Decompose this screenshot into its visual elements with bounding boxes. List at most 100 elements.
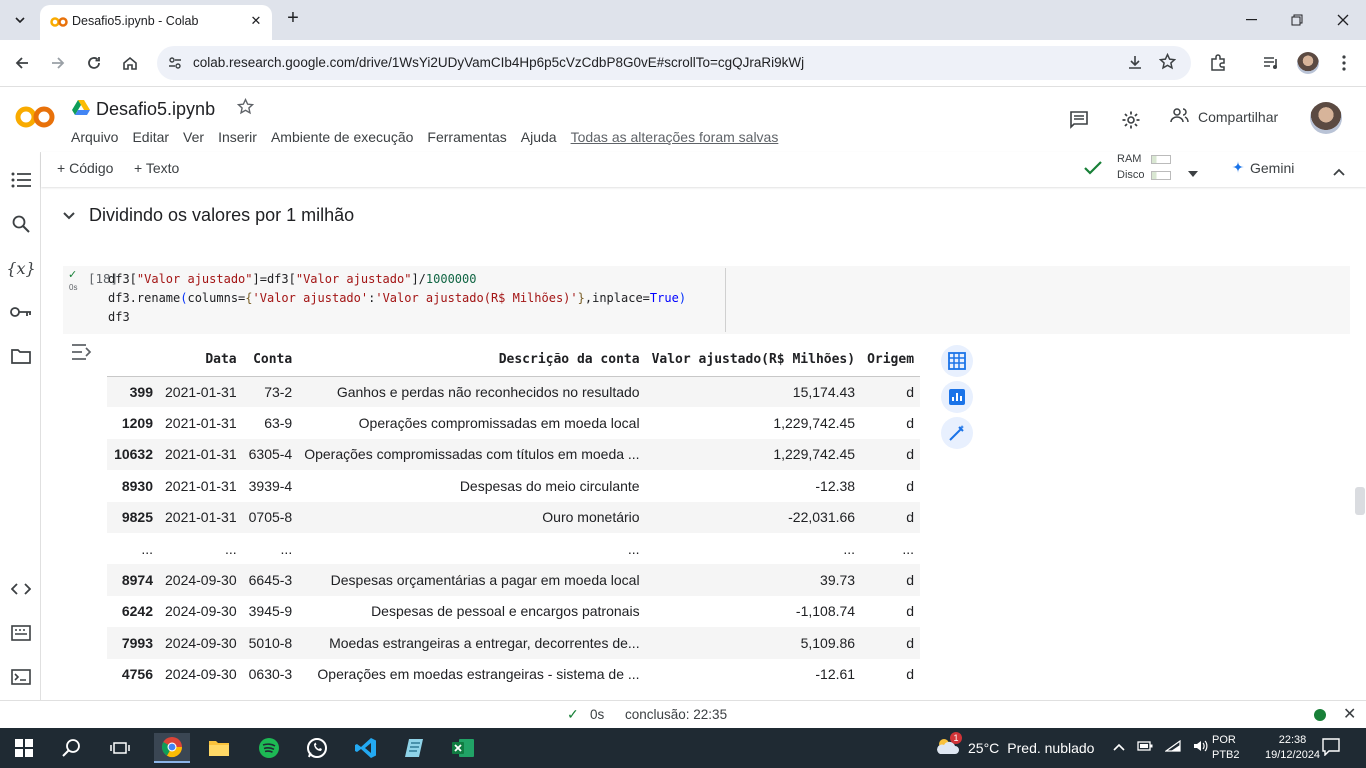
- cell-run-time: 0s: [69, 283, 78, 292]
- status-completion[interactable]: conclusão: 22:35: [625, 707, 727, 722]
- spotify-icon[interactable]: [253, 733, 285, 763]
- whatsapp-icon[interactable]: [301, 733, 333, 763]
- colab-logo-icon[interactable]: [14, 104, 56, 135]
- weather-widget[interactable]: 1 25°C Pred. nublado: [934, 732, 1094, 759]
- gemini-button[interactable]: Gemini: [1232, 160, 1294, 176]
- close-window-button[interactable]: [1320, 5, 1366, 35]
- code-snippets-icon[interactable]: [9, 577, 33, 601]
- menu-ferramentas[interactable]: Ferramentas: [427, 129, 506, 145]
- table-cell: Ouro monetário: [298, 501, 646, 533]
- saved-status[interactable]: Todas as alterações foram salvas: [571, 129, 779, 145]
- section-collapse-icon[interactable]: [63, 207, 75, 225]
- collapse-chevron-icon[interactable]: [1333, 163, 1345, 181]
- menu-ambiente[interactable]: Ambiente de execução: [271, 129, 413, 145]
- table-cell: Despesas orçamentárias a pagar em moeda …: [298, 564, 646, 596]
- files-folder-icon[interactable]: [9, 344, 33, 368]
- table-of-contents-icon[interactable]: [9, 168, 33, 192]
- table-cell: 1,229,742.45: [645, 438, 862, 471]
- menu-arquivo[interactable]: Arquivo: [71, 129, 118, 145]
- row-index: 10632: [107, 438, 159, 471]
- lang-line-2: PTB2: [1212, 749, 1240, 761]
- profile-avatar-small[interactable]: [1295, 50, 1321, 76]
- forward-icon[interactable]: [45, 50, 71, 76]
- table-cell: 6645-3: [242, 564, 299, 596]
- back-icon[interactable]: [9, 50, 35, 76]
- url-text: colab.research.google.com/drive/1WsYi2UD…: [193, 55, 805, 70]
- search-icon[interactable]: [9, 212, 33, 236]
- extensions-icon[interactable]: [1205, 50, 1231, 76]
- excel-icon[interactable]: [447, 733, 479, 763]
- resources-indicator[interactable]: RAM Disco: [1117, 153, 1172, 185]
- address-bar[interactable]: colab.research.google.com/drive/1WsYi2UD…: [157, 46, 1191, 80]
- disk-bar: [1150, 170, 1171, 180]
- vscode-icon[interactable]: [350, 733, 382, 763]
- table-cell: Operações compromissadas em moeda local: [358, 415, 640, 432]
- table-cell: 3939-4: [248, 477, 293, 494]
- tab-close-icon[interactable]: ✕: [246, 11, 266, 31]
- account-avatar[interactable]: [1310, 102, 1342, 134]
- minimize-button[interactable]: [1228, 5, 1274, 35]
- site-info-icon[interactable]: [167, 55, 183, 76]
- star-icon[interactable]: [236, 97, 255, 120]
- taskbar-search-icon[interactable]: [56, 733, 88, 763]
- secrets-key-icon[interactable]: [9, 300, 33, 324]
- notebook-content: Dividindo os valores por 1 milhão ✓ 0s […: [41, 187, 1355, 700]
- media-control-icon[interactable]: [1258, 50, 1284, 76]
- menu-editar[interactable]: Editar: [132, 129, 169, 145]
- code-cell[interactable]: ✓ 0s [18] df3["Valor ajustado"]=df3["Val…: [63, 266, 1350, 334]
- status-close-icon[interactable]: ✕: [1343, 704, 1356, 724]
- table-row: 6242 2024-09-30 3945-9 Despesas de pessoal …: [107, 596, 920, 627]
- browser-tab[interactable]: Desafio5.ipynb - Colab ✕: [40, 5, 272, 40]
- output-actions-icon[interactable]: [71, 342, 93, 367]
- battery-icon[interactable]: [1137, 740, 1153, 755]
- new-tab-button[interactable]: +: [282, 8, 304, 30]
- notepad-app-icon[interactable]: [398, 733, 430, 763]
- windows-start-icon[interactable]: [8, 733, 40, 763]
- file-explorer-icon[interactable]: [203, 733, 235, 763]
- comments-icon[interactable]: [1067, 108, 1091, 132]
- home-icon[interactable]: [117, 50, 143, 76]
- task-view-icon[interactable]: [104, 733, 136, 763]
- table-cell: d: [861, 627, 921, 659]
- table-cell: ...: [627, 540, 640, 557]
- table-cell: d: [906, 415, 915, 432]
- chrome-taskbar-icon[interactable]: [154, 733, 190, 763]
- tab-search-icon[interactable]: [8, 8, 32, 32]
- table-cell: 2021-01-31: [165, 415, 237, 432]
- restore-button[interactable]: [1274, 5, 1320, 35]
- add-text-button[interactable]: + Texto: [134, 160, 179, 176]
- settings-gear-icon[interactable]: [1119, 108, 1143, 132]
- tray-chevron-icon[interactable]: [1113, 740, 1125, 755]
- add-code-button[interactable]: + Código: [57, 160, 113, 176]
- taskbar-clock[interactable]: 22:38 19/12/2024: [1265, 733, 1320, 763]
- variables-icon[interactable]: {x}: [6, 256, 35, 280]
- table-cell: -1,108.74: [795, 603, 856, 620]
- menu-inserir[interactable]: Inserir: [218, 129, 257, 145]
- reload-icon[interactable]: [81, 50, 107, 76]
- menu-ver[interactable]: Ver: [183, 129, 204, 145]
- code-editor[interactable]: df3["Valor ajustado"]=df3["Valor ajustad…: [108, 270, 686, 327]
- vertical-scrollbar-thumb[interactable]: [1355, 487, 1365, 515]
- table-cell: 73-2: [242, 376, 299, 408]
- terminal-icon[interactable]: [9, 665, 33, 689]
- runtime-dropdown-icon[interactable]: [1188, 164, 1198, 182]
- generate-code-wand-icon[interactable]: [941, 417, 973, 449]
- share-button[interactable]: Compartilhar: [1170, 107, 1278, 126]
- section-title: Dividindo os valores por 1 milhão: [89, 205, 355, 225]
- browser-menu-icon[interactable]: [1331, 50, 1357, 76]
- volume-icon[interactable]: [1193, 740, 1209, 755]
- command-palette-icon[interactable]: [9, 621, 33, 645]
- notebook-title[interactable]: Desafio5.ipynb: [96, 99, 215, 120]
- notifications-icon[interactable]: [1322, 738, 1340, 761]
- table-row: 9825 2021-01-31 0705-8 Ouro monetário -22,03…: [107, 501, 921, 533]
- colab-header: Desafio5.ipynb Arquivo Editar Ver Inseri…: [0, 88, 1366, 152]
- language-indicator[interactable]: POR PTB2: [1212, 733, 1240, 763]
- interactive-table-icon[interactable]: [941, 345, 973, 377]
- wifi-icon[interactable]: [1164, 739, 1181, 755]
- menu-ajuda[interactable]: Ajuda: [521, 129, 557, 145]
- table-row: 1209 2021-01-31 63-9 Operações compromissad…: [107, 407, 920, 438]
- download-icon[interactable]: [1127, 54, 1143, 75]
- chart-suggestion-icon[interactable]: [941, 381, 973, 413]
- table-cell: Operações compromissadas com títulos em …: [298, 438, 646, 471]
- bookmark-star-icon[interactable]: [1158, 52, 1177, 75]
